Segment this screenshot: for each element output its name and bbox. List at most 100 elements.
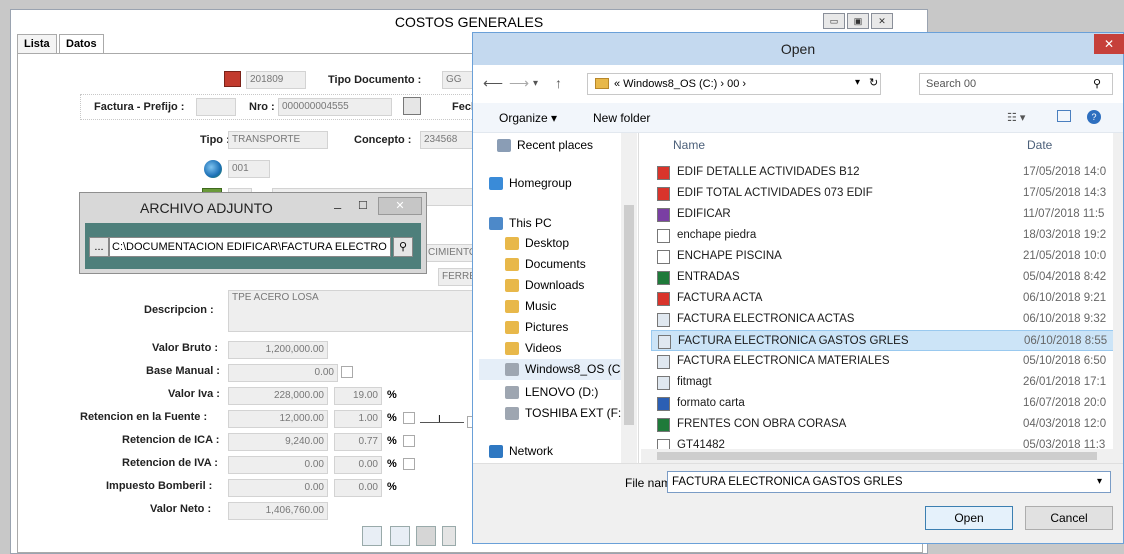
minimize-icon[interactable]: – xyxy=(334,200,341,215)
new-record-icon[interactable] xyxy=(362,526,382,546)
close-icon[interactable]: ✕ xyxy=(378,197,422,215)
file-row[interactable]: EDIFICAR 11/07/2018 11:5 xyxy=(651,204,1121,225)
up-arrow-icon[interactable]: ↑ xyxy=(555,75,562,91)
nav-item[interactable]: Music xyxy=(479,296,635,317)
file-row[interactable]: FACTURA ELECTRONICA GASTOS GRLES 06/10/20… xyxy=(651,330,1121,351)
file-row[interactable]: EDIF TOTAL ACTIVIDADES 073 EDIF 17/05/201… xyxy=(651,183,1121,204)
breadcrumb[interactable]: « Windows8_OS (C:) › 00 › xyxy=(587,73,881,95)
nav-item[interactable]: Desktop xyxy=(479,233,635,254)
file-name: EDIFICAR xyxy=(677,208,731,220)
navigation-pane: Recent places Homegroup This PC Desktop Docu… xyxy=(479,133,639,465)
chevron-down-icon[interactable]: ▾ xyxy=(855,77,860,88)
column-header-name[interactable]: Name xyxy=(673,138,705,152)
nav-item[interactable]: Videos xyxy=(479,338,635,359)
network-icon xyxy=(489,445,503,458)
refresh-icon[interactable]: ↻ xyxy=(869,76,878,89)
column-header-date[interactable]: Date xyxy=(1027,138,1052,152)
attachment-path-field[interactable]: C:\DOCUMENTACION EDIFICAR\FACTURA ELECTR… xyxy=(109,237,391,257)
ret-ica-field[interactable]: 9,240.00 xyxy=(228,433,328,451)
search-input[interactable]: Search 00 xyxy=(919,73,1113,95)
bomberil-pct-field[interactable]: 0.00 xyxy=(334,479,382,497)
nav-item[interactable]: Network xyxy=(479,441,635,462)
ret-fuente-field[interactable]: 12,000.00 xyxy=(228,410,328,428)
nav-item[interactable]: Recent places xyxy=(479,135,635,156)
back-arrow-icon[interactable]: ⟵ xyxy=(483,75,503,92)
h-scroll-thumb[interactable] xyxy=(657,452,1097,460)
ret-iva-field[interactable]: 0.00 xyxy=(228,456,328,474)
scan-icon[interactable] xyxy=(403,97,421,115)
period-field[interactable]: 201809 xyxy=(246,71,306,89)
base-manual-checkbox[interactable] xyxy=(341,366,353,378)
file-row[interactable]: FACTURA ACTA 06/10/2018 9:21 xyxy=(651,288,1121,309)
nro-field[interactable]: 000000004555 xyxy=(278,98,392,116)
forward-arrow-icon[interactable]: ⟶ xyxy=(509,75,529,92)
search-icon[interactable]: ⚲ xyxy=(393,237,413,257)
valor-neto-field[interactable]: 1,406,760.00 xyxy=(228,502,328,520)
view-options-icon[interactable]: ☷ ▾ xyxy=(1007,111,1025,124)
tab-datos[interactable]: Datos xyxy=(59,34,104,54)
nav-item[interactable]: This PC xyxy=(479,213,635,234)
recent-dropdown-icon[interactable]: ▾ xyxy=(533,78,538,89)
undo-icon[interactable] xyxy=(442,526,456,546)
file-row[interactable]: EDIF DETALLE ACTIVIDADES B12 17/05/2018 1… xyxy=(651,162,1121,183)
archive-icon xyxy=(657,208,670,222)
file-scrollbar[interactable] xyxy=(1113,133,1123,449)
folder-icon xyxy=(505,300,519,313)
nav-item[interactable]: Pictures xyxy=(479,317,635,338)
concepto-field[interactable]: 234568 xyxy=(420,131,480,149)
file-row[interactable]: FACTURA ELECTRONICA MATERIALES 05/10/2018… xyxy=(651,351,1121,372)
iva-pct-field[interactable]: 19.00 xyxy=(334,387,382,405)
tipo-documento-field[interactable]: GG xyxy=(442,71,476,89)
nav-item[interactable]: TOSHIBA EXT (F: xyxy=(479,403,635,424)
edit-record-icon[interactable] xyxy=(390,526,410,546)
nav-item[interactable]: Documents xyxy=(479,254,635,275)
excel-icon xyxy=(657,271,670,285)
file-row[interactable]: fitmagt 26/01/2018 17:1 xyxy=(651,372,1121,393)
file-name-input[interactable]: FACTURA ELECTRONICA GASTOS GRLES xyxy=(667,471,1111,493)
calendar-icon[interactable] xyxy=(224,71,241,87)
ret-ica-checkbox[interactable] xyxy=(403,435,415,447)
file-row[interactable]: ENCHAPE PISCINA 21/05/2018 10:0 xyxy=(651,246,1121,267)
nav-item[interactable]: Windows8_OS (C xyxy=(479,359,635,380)
save-icon[interactable] xyxy=(416,526,436,546)
file-row[interactable]: formato carta 16/07/2018 20:0 xyxy=(651,393,1121,414)
descripcion-field[interactable]: TPE ACERO LOSA xyxy=(228,290,480,332)
ret-fuente-checkbox[interactable] xyxy=(403,412,415,424)
prefijo-field[interactable] xyxy=(196,98,236,116)
maximize-button[interactable]: ▣ xyxy=(847,13,869,29)
ret-fuente-pct-field[interactable]: 1.00 xyxy=(334,410,382,428)
valor-bruto-field[interactable]: 1,200,000.00 xyxy=(228,341,328,359)
organize-button[interactable]: Organize ▾ xyxy=(499,111,557,125)
file-row[interactable]: FACTURA ELECTRONICA ACTAS 06/10/2018 9:32 xyxy=(651,309,1121,330)
base-manual-field[interactable]: 0.00 xyxy=(228,364,338,382)
browse-button[interactable]: ... xyxy=(89,237,109,257)
ret-iva-pct-field[interactable]: 0.00 xyxy=(334,456,382,474)
nav-item[interactable]: LENOVO (D:) xyxy=(479,382,635,403)
file-row[interactable]: enchape piedra 18/03/2018 19:2 xyxy=(651,225,1121,246)
minimize-button[interactable]: ▭ xyxy=(823,13,845,29)
close-button[interactable]: ✕ xyxy=(1094,34,1124,54)
ret-ica-pct-field[interactable]: 0.77 xyxy=(334,433,382,451)
nav-item[interactable]: Homegroup xyxy=(479,173,635,194)
maximize-icon[interactable]: ☐ xyxy=(358,199,368,212)
nav-item[interactable]: Downloads xyxy=(479,275,635,296)
tipo-select[interactable]: TRANSPORTE xyxy=(228,131,328,149)
file-row[interactable]: FRENTES CON OBRA CORASA 04/03/2018 12:0 xyxy=(651,414,1121,435)
close-button[interactable]: ✕ xyxy=(871,13,893,29)
ret-iva-checkbox[interactable] xyxy=(403,458,415,470)
tab-lista[interactable]: Lista xyxy=(17,34,57,54)
file-hscrollbar[interactable] xyxy=(641,449,1123,463)
preview-pane-icon[interactable] xyxy=(1057,110,1071,122)
code-001-field[interactable]: 001 xyxy=(228,160,270,178)
bomberil-label: Impuesto Bomberil : xyxy=(106,480,213,492)
open-button[interactable]: Open xyxy=(925,506,1013,530)
valor-iva-field[interactable]: 228,000.00 xyxy=(228,387,328,405)
nav-scrollbar[interactable] xyxy=(621,133,637,463)
file-row[interactable]: ENTRADAS 05/04/2018 8:42 xyxy=(651,267,1121,288)
bomberil-field[interactable]: 0.00 xyxy=(228,479,328,497)
cancel-button[interactable]: Cancel xyxy=(1025,506,1113,530)
new-folder-button[interactable]: New folder xyxy=(593,111,650,125)
help-icon[interactable]: ? xyxy=(1087,110,1101,124)
nav-scroll-thumb[interactable] xyxy=(624,205,634,425)
chevron-down-icon[interactable]: ▾ xyxy=(1097,476,1102,487)
